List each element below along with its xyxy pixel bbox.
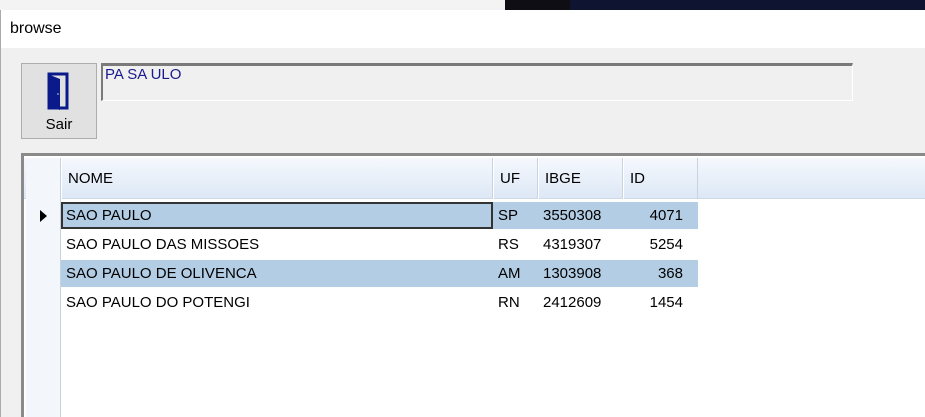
exit-button[interactable]: Sair [21,63,97,139]
cell-ibge[interactable]: 1303908 [538,260,623,287]
cell-id[interactable]: 1454 [623,289,683,316]
cell-uf[interactable]: SP [493,202,538,229]
current-row-arrow-icon [40,210,47,222]
column-header-ibge[interactable]: IBGE [538,158,623,199]
title-bar[interactable]: browse [1,10,925,48]
cell-nome[interactable]: SAO PAULO DO POTENGI [61,289,493,316]
table-row[interactable]: SAO PAULO DE OLIVENCA AM 1303908 368 [61,260,698,287]
search-input[interactable]: PA SA ULO [101,63,853,101]
cell-nome[interactable]: SAO PAULO DAS MISSOES [61,231,493,258]
table-row[interactable]: SAO PAULO DO POTENGI RN 2412609 1454 [61,289,698,316]
cell-uf[interactable]: RN [493,289,538,316]
cell-id[interactable]: 5254 [623,231,683,258]
browse-window: browse Sair PA SA ULO NOME UF IBGE ID SA… [0,10,925,417]
cell-ibge[interactable]: 3550308 [538,202,623,229]
cell-id[interactable]: 4071 [623,202,683,229]
data-grid[interactable]: NOME UF IBGE ID SAO PAULO SP 3550308 4071 SA… [21,153,925,417]
table-row[interactable]: SAO PAULO SP 3550308 4071 [61,202,698,229]
cell-ibge[interactable]: 4319307 [538,231,623,258]
exit-label: Sair [45,116,73,133]
door-icon [47,72,69,110]
cell-ibge[interactable]: 2412609 [538,289,623,316]
window-title: browse [10,20,62,37]
cell-uf[interactable]: AM [493,260,538,287]
background-window-dark [505,0,570,10]
cell-nome[interactable]: SAO PAULO DE OLIVENCA [61,260,493,287]
column-header-uf[interactable]: UF [493,158,538,199]
column-header-nome[interactable]: NOME [61,158,493,199]
cell-id[interactable]: 368 [623,260,683,287]
cell-nome[interactable]: SAO PAULO [61,202,493,229]
table-row[interactable]: SAO PAULO DAS MISSOES RS 4319307 5254 [61,231,698,258]
column-header-id[interactable]: ID [623,158,698,199]
row-indicator-column [26,158,61,417]
cell-uf[interactable]: RS [493,231,538,258]
background-window-dark [570,0,925,10]
